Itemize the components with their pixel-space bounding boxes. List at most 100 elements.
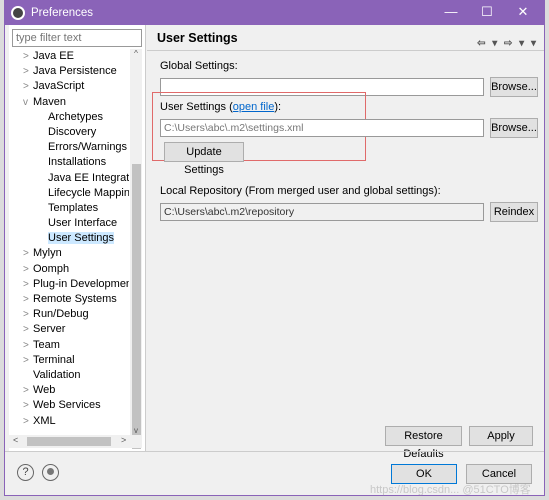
scroll-thumb-horizontal[interactable] xyxy=(27,437,111,446)
tree-item[interactable]: > Mylyn xyxy=(9,246,129,261)
expand-arrow-icon[interactable]: > xyxy=(23,398,33,413)
navigation-arrows[interactable]: ⇦ ▾ ⇨ ▾ ▾ xyxy=(477,31,538,57)
filter-input[interactable] xyxy=(12,29,142,47)
tree-item-label: Terminal xyxy=(33,353,75,366)
user-settings-label-text: User Settings ( xyxy=(160,101,233,113)
tree-item[interactable]: Archetypes xyxy=(9,110,129,125)
tree-item[interactable]: > XML xyxy=(9,414,129,429)
tree-item-label: Web xyxy=(33,384,56,397)
user-settings-label-suffix: ): xyxy=(274,101,282,113)
tree-item[interactable]: Java EE Integration xyxy=(9,171,129,186)
restore-defaults-button[interactable]: Restore Defaults xyxy=(385,426,462,460)
tree-item-label: Plug-in Development xyxy=(33,277,129,290)
preference-tree-panel: >Java EE>Java Persistence>JavaScriptvMav… xyxy=(9,25,146,451)
window-title: Preferences xyxy=(31,7,94,19)
scroll-down-icon[interactable]: v xyxy=(130,426,142,435)
tree-item-label: Validation xyxy=(33,368,81,381)
tree-item[interactable]: > Web xyxy=(9,383,129,398)
expand-arrow-icon[interactable]: > xyxy=(23,49,33,64)
global-browse-button[interactable]: Browse... xyxy=(490,77,538,97)
tree-item-label: XML xyxy=(33,414,56,427)
tree-item[interactable]: > Web Services xyxy=(9,398,129,413)
tree-item[interactable]: > JavaScript xyxy=(9,79,129,94)
expand-arrow-icon[interactable]: > xyxy=(23,353,33,368)
tree-item-label: Templates xyxy=(48,201,99,214)
help-icon[interactable]: ? xyxy=(17,464,34,481)
tree-item-label: Web Services xyxy=(33,399,101,412)
global-settings-label: Global Settings: xyxy=(160,60,238,72)
preference-tree: > Java EE > Java Persistence > JavaScript v Mav… xyxy=(9,49,129,429)
scroll-left-icon[interactable]: < xyxy=(13,435,18,445)
expand-arrow-icon[interactable]: > xyxy=(23,414,33,429)
expand-arrow-icon[interactable]: > xyxy=(23,64,33,79)
tree-item-label: Discovery xyxy=(48,125,97,138)
user-settings-label: User Settings (open file): xyxy=(160,101,281,113)
maximize-button[interactable]: ☐ xyxy=(472,4,502,22)
horizontal-scrollbar[interactable]: < > xyxy=(9,435,142,448)
expand-arrow-icon[interactable]: > xyxy=(23,338,33,353)
expand-arrow-icon[interactable]: v xyxy=(23,95,33,110)
expand-arrow-icon[interactable]: > xyxy=(23,322,33,337)
tree-item[interactable]: Lifecycle Mappings xyxy=(9,186,129,201)
local-repository-input: C:\Users\abc\.m2\repository xyxy=(160,203,484,221)
reindex-button[interactable]: Reindex xyxy=(490,202,538,222)
tree-item-label: Java EE xyxy=(33,50,74,62)
tree-item[interactable]: > Team xyxy=(9,338,129,353)
open-file-link[interactable]: open file xyxy=(233,101,275,113)
page-title: User Settings ⇦ ▾ ⇨ ▾ ▾ xyxy=(147,25,544,51)
record-icon[interactable] xyxy=(42,464,59,481)
preferences-window: Preferences — ☐ ✕ >Java EE>Java Persiste… xyxy=(4,0,545,496)
tree-item[interactable]: > Remote Systems xyxy=(9,292,129,307)
expand-arrow-icon[interactable]: > xyxy=(23,79,33,94)
scroll-right-icon[interactable]: > xyxy=(121,435,126,445)
tree-item[interactable]: Installations xyxy=(9,155,129,170)
tree-item[interactable]: > Terminal xyxy=(9,353,129,368)
tree-item[interactable]: v Maven xyxy=(9,95,129,110)
tree-item-label: Archetypes xyxy=(48,110,104,123)
expand-arrow-icon[interactable]: > xyxy=(23,246,33,261)
title-bar: Preferences — ☐ ✕ xyxy=(5,1,544,25)
local-repository-label: Local Repository (From merged user and g… xyxy=(160,185,441,197)
close-button[interactable]: ✕ xyxy=(508,4,538,22)
tree-item[interactable]: > Run/Debug xyxy=(9,307,129,322)
expand-arrow-icon[interactable]: > xyxy=(23,307,33,322)
apply-button[interactable]: Apply xyxy=(469,426,533,446)
tree-item-label: Server xyxy=(33,323,66,336)
tree-item[interactable]: > Java EE xyxy=(9,49,129,64)
tree-item-label: Java EE Integration xyxy=(48,171,129,184)
scroll-up-icon[interactable]: ^ xyxy=(130,49,142,58)
tree-item[interactable]: Templates xyxy=(9,201,129,216)
watermark: https://blog.csdn... @51CTO博客 xyxy=(370,484,531,496)
tree-item[interactable]: > Server xyxy=(9,322,129,337)
tree-item-label: Oomph xyxy=(33,262,70,275)
settings-page: User Settings ⇦ ▾ ⇨ ▾ ▾ Global Settings:… xyxy=(147,25,544,460)
tree-item[interactable]: User Interface xyxy=(9,216,129,231)
tree-item-label: Installations xyxy=(48,156,107,169)
tree-item-label: Mylyn xyxy=(33,247,62,260)
user-settings-input[interactable]: C:\Users\abc\.m2\settings.xml xyxy=(160,119,484,137)
tree-item-label: Maven xyxy=(33,95,67,108)
tree-item-label: Remote Systems xyxy=(33,293,117,305)
tree-item[interactable]: Validation xyxy=(9,368,129,383)
tree-item-label: Lifecycle Mappings xyxy=(48,186,129,199)
expand-arrow-icon[interactable]: > xyxy=(23,277,33,292)
tree-item-label: User Settings xyxy=(48,232,115,245)
expand-arrow-icon[interactable]: > xyxy=(23,383,33,398)
tree-item-label: Java Persistence xyxy=(33,65,117,78)
tree-item-label: Run/Debug xyxy=(33,308,89,321)
tree-item[interactable]: > Java Persistence xyxy=(9,64,129,79)
tree-item[interactable]: > Plug-in Development xyxy=(9,277,129,292)
tree-item[interactable]: Errors/Warnings xyxy=(9,140,129,155)
user-browse-button[interactable]: Browse... xyxy=(490,118,538,138)
minimize-button[interactable]: — xyxy=(436,4,466,22)
vertical-scrollbar[interactable]: ^ v xyxy=(130,49,142,449)
expand-arrow-icon[interactable]: > xyxy=(23,292,33,307)
expand-arrow-icon[interactable]: > xyxy=(23,262,33,277)
update-settings-button[interactable]: Update Settings xyxy=(164,142,244,176)
tree-item-label: User Interface xyxy=(48,217,118,230)
tree-item[interactable]: Discovery xyxy=(9,125,129,140)
scroll-thumb[interactable] xyxy=(132,164,141,449)
tree-item[interactable]: > Oomph xyxy=(9,262,129,277)
tree-item[interactable]: User Settings xyxy=(9,231,129,246)
tree-item-label: JavaScript xyxy=(33,80,85,93)
